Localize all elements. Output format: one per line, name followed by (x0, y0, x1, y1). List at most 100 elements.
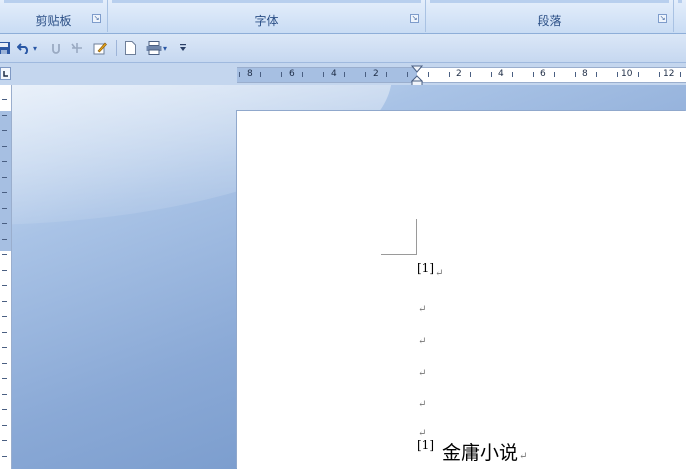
ruler-tick (407, 72, 408, 77)
ruler-tick (554, 72, 555, 77)
edit-icon[interactable] (92, 40, 108, 56)
ruler-tick (2, 331, 7, 333)
ruler-tick (2, 145, 7, 147)
paragraph-dialog-launcher-icon[interactable]: ↘ (658, 14, 667, 23)
ruler-tick (680, 72, 681, 77)
print-layout-dropdown-icon[interactable]: ▾ (161, 40, 169, 56)
tab-selector-button[interactable] (0, 67, 11, 80)
ruler-number: 10 (621, 69, 633, 79)
quick-access-toolbar: ▾ ▾ (0, 34, 686, 63)
ruler-tick (386, 72, 387, 77)
font-dialog-launcher-icon[interactable]: ↘ (410, 14, 419, 23)
ruler-number: 4 (498, 69, 504, 79)
paragraph-mark-icon: ↵ (418, 304, 427, 315)
ruler-tick (2, 285, 7, 286)
ruler-tick (2, 409, 7, 410)
paragraph-mark-icon: ↵ (435, 268, 444, 279)
ruler-tick (2, 176, 7, 178)
redo-icon[interactable] (48, 40, 64, 56)
margin-corner-mark (416, 219, 417, 255)
ruler-tick (302, 72, 303, 77)
footnote-reference[interactable]: [1] (417, 261, 434, 275)
ruler-tick (2, 440, 7, 441)
ruler-tick (281, 72, 282, 77)
ruler-tick (449, 72, 450, 77)
ruler-number: 4 (331, 69, 337, 79)
ruler-number: 2 (456, 69, 462, 79)
paragraph-mark-icon: ↵ (418, 336, 427, 347)
ruler-tick (2, 114, 7, 116)
indent-marker-icon[interactable] (410, 65, 424, 87)
ruler-tick (365, 72, 366, 77)
print-layout-icon[interactable] (146, 40, 162, 56)
ruler-tick (2, 378, 7, 379)
ruler-tick (2, 192, 7, 193)
ruler-tick (260, 72, 261, 77)
ruler-tick (2, 207, 7, 209)
ruler-tick (470, 72, 471, 77)
clipboard-dialog-launcher-icon[interactable]: ↘ (92, 14, 101, 23)
font-group: 字体 ↘ (108, 0, 426, 32)
ruler-tick (2, 362, 7, 364)
footnote-reference[interactable]: [1] (417, 438, 434, 452)
heading-text[interactable]: 金庸小说 (442, 442, 518, 464)
ruler-tick (2, 316, 7, 317)
ruler-tick (344, 72, 345, 77)
font-group-title: 字体 (254, 14, 279, 28)
paragraph-group: 段落 ↘ (426, 0, 674, 32)
paragraph-mark-icon: ↵ (418, 399, 427, 410)
undo-dropdown-icon[interactable]: ▾ (31, 40, 39, 56)
ruler-number: 8 (247, 69, 253, 79)
ruler-tick (428, 72, 429, 77)
ruler-bar: 8 6 4 2 2 4 6 8 10 12 (0, 63, 686, 87)
paragraph[interactable]: ↵ (417, 297, 426, 316)
ruler-tick (2, 424, 7, 426)
styles-group-edge (674, 0, 686, 32)
ruler-number: 12 (663, 69, 675, 79)
save-icon[interactable] (0, 40, 12, 56)
ruler-tick (323, 72, 324, 77)
paragraph-group-title: 段落 (537, 14, 562, 28)
ruler-tick (2, 269, 7, 271)
undo-icon[interactable] (16, 40, 32, 56)
ribbon: 剪贴板 ↘ 字体 ↘ 段落 ↘ (0, 0, 686, 34)
paragraph[interactable]: ↵ (417, 392, 426, 411)
customize-toolbar-icon[interactable] (178, 40, 188, 56)
clipboard-group: 剪贴板 ↘ (0, 0, 108, 32)
margin-corner-mark (381, 254, 417, 255)
ruler-tick (2, 393, 7, 395)
ruler-tick (239, 72, 240, 77)
new-document-icon[interactable] (122, 40, 138, 56)
clipboard-group-title: 剪贴板 (35, 14, 72, 28)
ruler-tick (575, 72, 576, 77)
paragraph-mark-icon: ↵ (418, 368, 427, 379)
ruler-tick (2, 238, 7, 240)
ruler-tick (596, 72, 597, 77)
paragraph-mark-icon: ↵ (519, 451, 528, 462)
heading-paragraph[interactable]: [1] 金庸小说↵ (417, 438, 527, 465)
document-page[interactable]: [1]↵ ↵ ↵ ↵ ↵ ↵ [1] 金庸小说↵ (237, 111, 686, 469)
ruler-tick (2, 254, 7, 255)
ruler-tick (2, 455, 7, 457)
paragraph[interactable]: [1]↵ (417, 261, 443, 280)
ruler-tick (2, 223, 7, 224)
ruler-tick (659, 72, 660, 77)
ruler-tick (2, 300, 7, 302)
ruler-number: 6 (540, 69, 546, 79)
paragraph[interactable]: ↵ (417, 361, 426, 380)
ruler-left-margin (237, 68, 417, 82)
ruler-tick (2, 161, 7, 162)
ruler-tick (512, 72, 513, 77)
ruler-tick (491, 72, 492, 77)
ruler-tick (533, 72, 534, 77)
horizontal-ruler[interactable]: 8 6 4 2 2 4 6 8 10 12 (237, 65, 686, 87)
ruler-tick (617, 72, 618, 77)
ruler-tick (2, 99, 7, 100)
repeat-icon[interactable] (69, 40, 85, 56)
ruler-tick (2, 130, 7, 131)
paragraph[interactable]: ↵ (417, 329, 426, 348)
vertical-ruler-top-margin (0, 111, 11, 251)
ruler-number: 2 (373, 69, 379, 79)
ruler-number: 6 (289, 69, 295, 79)
vertical-ruler[interactable] (0, 85, 12, 469)
